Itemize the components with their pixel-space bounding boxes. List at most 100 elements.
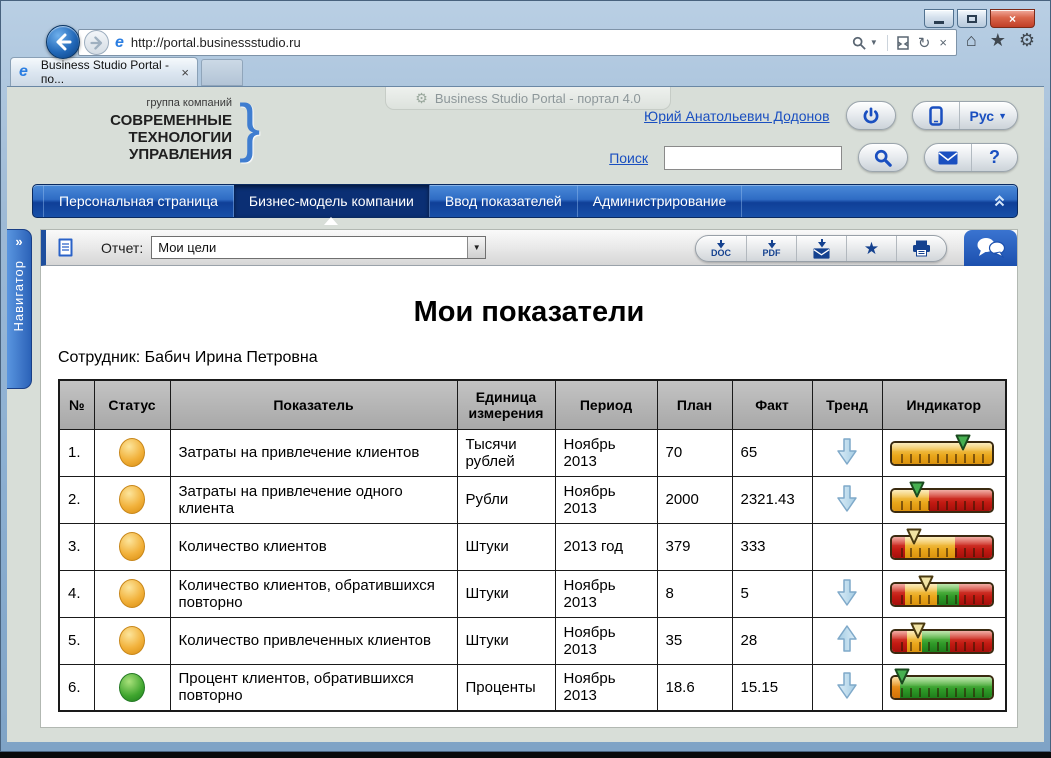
report-select-label: Отчет: — [101, 240, 143, 256]
language-label: Рус — [970, 108, 995, 124]
column-header: Индикатор — [882, 380, 1006, 429]
favorite-export-button[interactable]: ★ — [846, 236, 896, 261]
logo-line-2: ТЕХНОЛОГИИ — [62, 129, 232, 146]
mail-button[interactable] — [925, 144, 971, 171]
page-title: Мои показатели — [41, 296, 1017, 329]
doc-export-button[interactable]: DOC — [696, 236, 746, 261]
logo-brace: } — [239, 95, 260, 159]
nav-tab[interactable]: Администрирование — [578, 185, 743, 217]
mobile-version-button[interactable] — [913, 102, 959, 129]
kpi-body: 1.Затраты на привлечение клиентовТысячи … — [59, 429, 1006, 711]
nav-tab[interactable]: Персональная страница — [43, 185, 234, 217]
cell-unit: Проценты — [457, 664, 555, 711]
logout-button[interactable] — [846, 101, 896, 130]
comments-button[interactable] — [964, 230, 1017, 266]
maximize-button[interactable] — [957, 9, 987, 28]
forward-arrow-icon — [90, 36, 104, 50]
settings-gear-icon[interactable]: ⚙ — [1019, 30, 1035, 51]
cell-indicator-name: Количество клиентов, обратившихся повтор… — [170, 570, 457, 617]
cell-trend — [812, 617, 882, 664]
kpi-table: №СтатусПоказательЕдиница измеренияПериод… — [58, 379, 1007, 712]
nav-tabs: Персональная страница Бизнес-модель компа… — [43, 185, 742, 217]
cell-fact: 2321.43 — [732, 476, 812, 523]
cell-status — [94, 570, 170, 617]
stop-icon[interactable]: × — [939, 35, 947, 50]
logo-line-1: СОВРЕМЕННЫЕ — [62, 112, 232, 129]
comments-bubbles-icon — [976, 237, 1006, 259]
home-icon[interactable]: ⌂ — [966, 30, 977, 51]
refresh-icon[interactable]: ↻ — [918, 34, 931, 52]
minimize-icon — [934, 21, 944, 24]
report-select[interactable]: Мои цели ▼ — [151, 236, 486, 259]
cell-trend — [812, 476, 882, 523]
search-link[interactable]: Поиск — [609, 150, 648, 166]
close-button[interactable]: × — [990, 9, 1035, 28]
minimize-button[interactable] — [924, 9, 954, 28]
nav-tab[interactable]: Ввод показателей — [430, 185, 578, 217]
cell-number: 1. — [59, 429, 94, 476]
print-export-button[interactable] — [896, 236, 946, 261]
url-text[interactable]: http://portal.businessstudio.ru — [131, 35, 852, 50]
gauge-marker — [918, 575, 934, 596]
cell-trend — [812, 523, 882, 570]
search-dropdown-icon[interactable]: ▼ — [870, 38, 878, 47]
kpi-row: 3.Количество клиентовШтуки2013 год379333 — [59, 523, 1006, 570]
gauge-marker — [955, 434, 971, 455]
gauge-ticks — [894, 595, 990, 604]
cell-period: 2013 год — [555, 523, 657, 570]
search-input[interactable] — [664, 146, 842, 170]
user-profile-link[interactable]: Юрий Анатольевич Додонов — [644, 108, 829, 124]
tab-close-icon[interactable]: × — [181, 65, 189, 80]
cell-unit: Штуки — [457, 523, 555, 570]
kpi-row: 6.Процент клиентов, обратившихся повторн… — [59, 664, 1006, 711]
nav-tab[interactable]: Бизнес-модель компании — [234, 185, 430, 217]
cell-unit: Штуки — [457, 617, 555, 664]
status-orange-icon — [119, 438, 145, 467]
cell-plan: 8 — [657, 570, 732, 617]
nav-tab-label: Бизнес-модель компании — [249, 193, 414, 209]
kpi-row: 4.Количество клиентов, обратившихся повт… — [59, 570, 1006, 617]
gauge-ticks — [894, 642, 990, 651]
pdf-export-button[interactable]: PDF — [746, 236, 796, 261]
cell-fact: 15.15 — [732, 664, 812, 711]
column-header: № — [59, 380, 94, 429]
browser-window: × e http://portal.businessstudio.ru ▼ ↻ … — [0, 0, 1051, 758]
language-button[interactable]: Рус ▼ — [959, 102, 1017, 129]
help-button[interactable]: ? — [971, 144, 1017, 171]
cell-indicator-name: Затраты на привлечение одного клиента — [170, 476, 457, 523]
mail-help-group: ? — [924, 143, 1018, 172]
phone-icon — [929, 106, 943, 126]
cell-indicator — [882, 476, 1006, 523]
favorite-star-icon: ★ — [864, 240, 879, 257]
kpi-header-row: №СтатусПоказательЕдиница измеренияПериод… — [59, 380, 1006, 429]
cell-period: Ноябрь 2013 — [555, 429, 657, 476]
cell-number: 2. — [59, 476, 94, 523]
question-icon: ? — [989, 147, 1000, 168]
navigator-panel-tab[interactable]: » Навигатор — [7, 229, 32, 389]
cell-unit: Штуки — [457, 570, 555, 617]
send-export-button[interactable] — [796, 236, 846, 261]
favorites-star-icon[interactable]: ★ — [990, 30, 1006, 51]
indicator-gauge — [890, 668, 998, 706]
collapse-menu-icon[interactable] — [994, 194, 1005, 213]
search-icon[interactable] — [852, 36, 866, 50]
chevron-down-icon: ▼ — [998, 111, 1007, 121]
address-bar[interactable]: e http://portal.businessstudio.ru ▼ ↻ × — [78, 29, 957, 56]
close-icon: × — [1009, 12, 1016, 26]
browser-tab[interactable]: e Business Studio Portal - по... × — [10, 57, 198, 86]
back-arrow-icon — [54, 33, 72, 51]
portal-gear-icon: ⚙ — [415, 90, 428, 107]
search-button[interactable] — [858, 143, 908, 172]
compatibility-view-icon[interactable] — [897, 36, 909, 50]
select-dropdown-icon[interactable]: ▼ — [467, 237, 485, 258]
cell-status — [94, 476, 170, 523]
tab-title: Business Studio Portal - по... — [41, 58, 176, 86]
back-button[interactable] — [46, 25, 80, 59]
logo-line-3: УПРАВЛЕНИЯ — [62, 146, 232, 163]
export-buttons: DOCPDF ★ — [695, 235, 947, 262]
forward-button[interactable] — [84, 30, 109, 55]
trend-up-icon — [835, 624, 859, 654]
new-tab-button[interactable] — [201, 59, 243, 86]
gauge-ticks — [894, 688, 990, 697]
cell-plan: 70 — [657, 429, 732, 476]
